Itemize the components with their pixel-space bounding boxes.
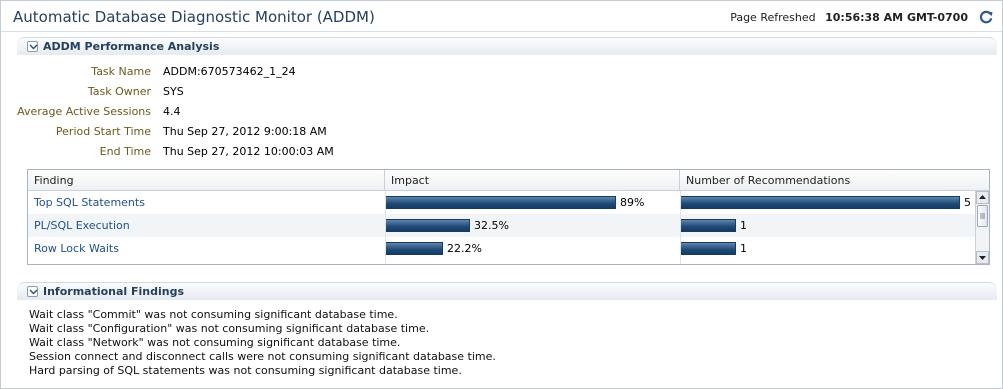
impact-bar: [385, 242, 443, 255]
field-value: ADDM:670573462_1_24: [163, 65, 296, 78]
table-row: Row Lock Waits 22.2% 1: [28, 237, 975, 260]
column-divider: [680, 191, 681, 264]
recommendations-value: 1: [740, 242, 747, 255]
table-header: Finding Impact Number of Recommendations: [28, 170, 989, 191]
findings-table: Finding Impact Number of Recommendations…: [27, 169, 990, 265]
impact-bar: [385, 219, 470, 232]
section-header-performance: ADDM Performance Analysis: [17, 37, 997, 55]
column-header-recommendations[interactable]: Number of Recommendations: [680, 170, 989, 191]
page-refreshed-label: Page Refreshed: [730, 11, 816, 24]
section-title: Informational Findings: [43, 285, 185, 298]
recommendations-bar: [680, 219, 736, 232]
column-divider: [385, 191, 386, 264]
finding-link[interactable]: Top SQL Statements: [28, 191, 145, 214]
field-label: Average Active Sessions: [17, 105, 151, 118]
info-finding-line: Wait class "Commit" was not consuming si…: [29, 308, 398, 321]
column-header-finding[interactable]: Finding: [28, 170, 385, 191]
info-finding-line: Session connect and disconnect calls wer…: [29, 350, 496, 363]
field-value: 4.4: [163, 105, 181, 118]
page-refreshed: Page Refreshed 10:56:38 AM GMT-0700: [730, 11, 968, 24]
impact-value: 22.2%: [447, 242, 482, 255]
field-value: SYS: [163, 85, 184, 98]
info-finding-line: Hard parsing of SQL statements was not c…: [29, 364, 462, 377]
page-refreshed-time: 10:56:38 AM GMT-0700: [825, 11, 968, 24]
field-label: Task Name: [91, 65, 151, 78]
table-row: Top SQL Statements 89% 5: [28, 191, 975, 214]
section-header-informational: Informational Findings: [17, 282, 997, 300]
field-value: Thu Sep 27, 2012 10:00:03 AM: [163, 145, 334, 158]
field-label: Task Owner: [87, 85, 151, 98]
refresh-icon[interactable]: [978, 9, 994, 25]
recommendations-bar: [680, 196, 960, 209]
column-header-impact[interactable]: Impact: [385, 170, 680, 191]
recommendations-bar: [680, 242, 736, 255]
field-label: Period Start Time: [55, 125, 151, 138]
finding-link[interactable]: PL/SQL Execution: [28, 214, 130, 237]
scroll-thumb[interactable]: [977, 205, 988, 227]
collapse-chevron-icon[interactable]: [27, 286, 38, 297]
scroll-down-button[interactable]: [976, 251, 989, 264]
title-divider: [1, 31, 1002, 32]
info-finding-line: Wait class "Configuration" was not consu…: [29, 322, 430, 335]
page-title: Automatic Database Diagnostic Monitor (A…: [13, 8, 375, 26]
impact-value: 89%: [620, 196, 645, 209]
recommendations-value: 5: [964, 196, 971, 209]
page-frame: Automatic Database Diagnostic Monitor (A…: [0, 0, 1003, 389]
info-finding-line: Wait class "Network" was not consuming s…: [29, 336, 401, 349]
impact-bar: [385, 196, 616, 209]
recommendations-value: 1: [740, 219, 747, 232]
field-value: Thu Sep 27, 2012 9:00:18 AM: [163, 125, 327, 138]
table-scrollbar[interactable]: [975, 191, 989, 264]
table-row: PL/SQL Execution 32.5% 1: [28, 214, 975, 237]
finding-link[interactable]: Row Lock Waits: [28, 237, 119, 260]
collapse-chevron-icon[interactable]: [27, 41, 38, 52]
field-label: End Time: [99, 145, 151, 158]
section-title: ADDM Performance Analysis: [43, 40, 220, 53]
scroll-up-button[interactable]: [976, 191, 989, 204]
impact-value: 32.5%: [474, 219, 509, 232]
